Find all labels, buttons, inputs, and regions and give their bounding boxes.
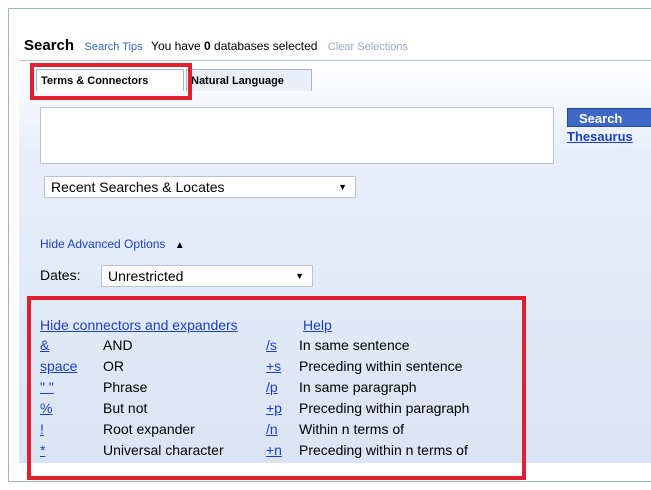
dates-dropdown[interactable]: Unrestricted ▼: [101, 265, 313, 287]
dates-value: Unrestricted: [108, 268, 184, 284]
message-prefix: You have: [151, 39, 201, 53]
search-query-input[interactable]: [40, 107, 554, 164]
search-button[interactable]: Search: [567, 108, 651, 127]
hide-advanced-options-link[interactable]: Hide Advanced Options ▲: [40, 237, 185, 251]
chevron-down-icon: ▼: [295, 271, 304, 281]
highlight-box-connectors: [27, 296, 526, 480]
highlight-box-tab: [30, 63, 192, 100]
database-count: 0: [204, 39, 211, 53]
page-title: Search: [24, 37, 75, 54]
recent-searches-value: Recent Searches & Locates: [51, 179, 225, 195]
clear-selections-link[interactable]: Clear Selections: [328, 41, 408, 53]
chevron-down-icon: ▼: [338, 182, 347, 192]
message-suffix: databases selected: [214, 39, 318, 53]
thesaurus-link[interactable]: Thesaurus: [567, 129, 633, 144]
collapse-arrow-icon: ▲: [174, 240, 185, 251]
search-tips-link[interactable]: Search Tips: [85, 41, 143, 53]
tab-natural-language[interactable]: Natural Language: [186, 69, 312, 91]
recent-searches-dropdown[interactable]: Recent Searches & Locates ▼: [44, 176, 356, 198]
hide-advanced-options-label: Hide Advanced Options: [40, 237, 166, 251]
search-header: Search Search Tips You have 0 databases …: [24, 37, 408, 55]
database-selection-message: You have 0 databases selected: [151, 39, 317, 53]
dates-label: Dates:: [40, 267, 81, 283]
